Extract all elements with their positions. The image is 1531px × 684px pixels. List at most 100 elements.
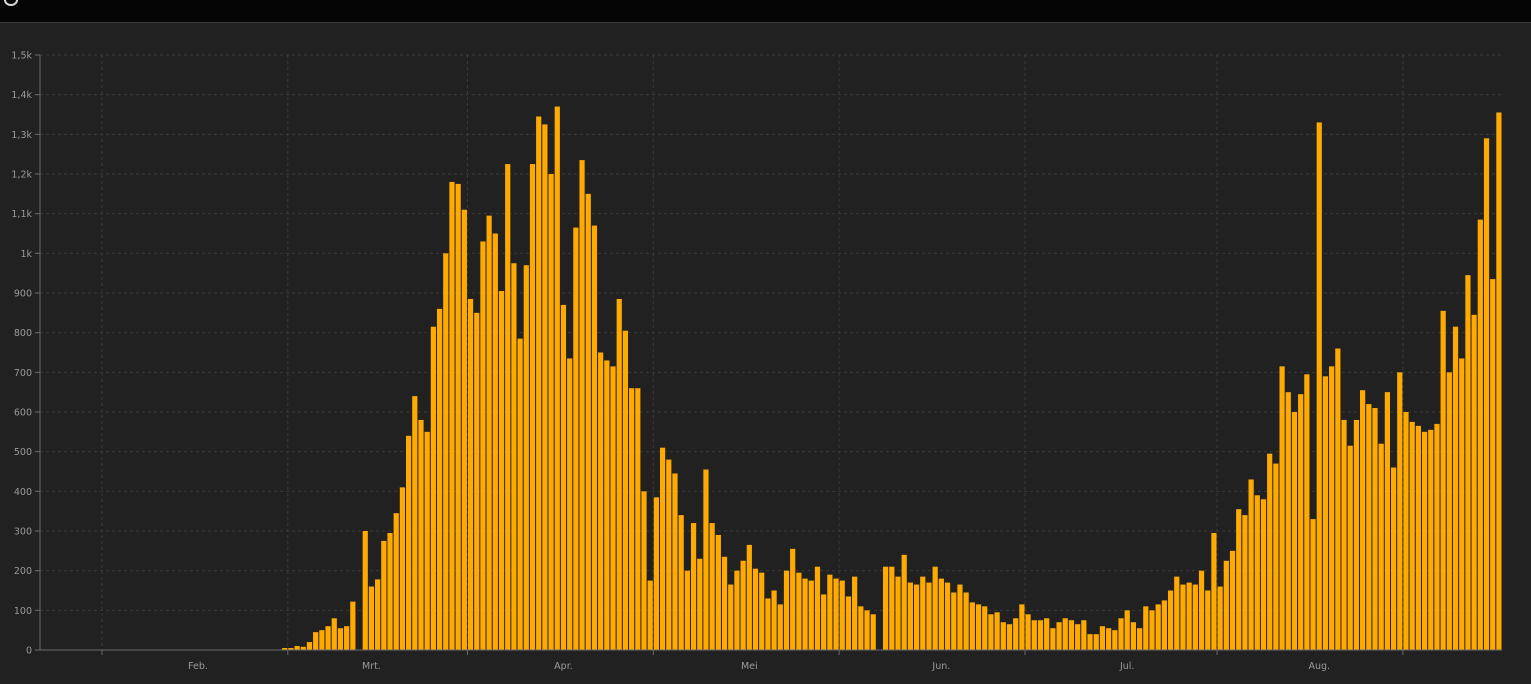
bar	[641, 491, 647, 650]
bar	[1267, 453, 1273, 650]
bar	[895, 576, 901, 650]
bar	[1347, 445, 1353, 650]
bar	[560, 304, 567, 650]
bar	[746, 544, 752, 650]
bar	[771, 590, 777, 650]
bar	[1446, 372, 1452, 650]
bar	[1044, 618, 1050, 650]
x-tick-label: Jul.	[1119, 661, 1134, 672]
bar	[406, 435, 412, 650]
bar	[1180, 584, 1186, 650]
bar	[1143, 606, 1149, 650]
bar	[1390, 467, 1397, 650]
bar	[957, 584, 963, 650]
bar	[901, 554, 907, 650]
bar	[368, 586, 375, 650]
bar	[1452, 326, 1459, 650]
bar	[622, 330, 629, 650]
bar	[436, 308, 443, 650]
bar	[1360, 390, 1366, 650]
bar	[1341, 419, 1347, 650]
bar	[461, 209, 467, 650]
bar	[1291, 412, 1298, 650]
y-tick-label: 200	[14, 566, 32, 577]
bar	[1174, 576, 1180, 650]
bar	[1471, 314, 1477, 650]
bar	[944, 582, 951, 650]
bar	[610, 366, 616, 650]
bar	[827, 574, 833, 650]
bar	[1415, 425, 1421, 650]
bar	[1384, 392, 1390, 650]
y-tick-label: 600	[14, 408, 32, 419]
bar	[1490, 279, 1496, 650]
bar	[1310, 519, 1316, 650]
y-tick-label: 700	[14, 368, 32, 379]
bar	[1223, 560, 1229, 650]
bar	[1198, 570, 1205, 650]
y-tick-label: 1,2k	[11, 170, 32, 181]
bar	[1378, 443, 1384, 650]
daily-bar-chart: 0 100 200 300 400 500 600 700 800 900 1k 1,1k 1,2k 1,…	[0, 23, 1531, 680]
bar	[418, 419, 424, 650]
bar	[1000, 622, 1006, 650]
bar	[777, 604, 783, 650]
bar	[424, 431, 430, 650]
bar	[1421, 431, 1428, 650]
bar	[1298, 394, 1304, 650]
bar	[1137, 628, 1143, 650]
bar	[1322, 376, 1329, 650]
bar	[647, 580, 653, 650]
bar	[1205, 590, 1211, 650]
bar	[306, 642, 313, 650]
bar	[585, 193, 591, 651]
bar	[399, 487, 405, 650]
bar	[1477, 219, 1483, 650]
bar	[554, 106, 560, 651]
bar	[938, 578, 944, 650]
bar	[331, 618, 337, 650]
bar	[455, 183, 461, 650]
bar	[684, 570, 690, 650]
bar	[951, 592, 957, 650]
bar	[932, 566, 938, 650]
bar	[1260, 499, 1267, 650]
bar	[920, 576, 926, 650]
bar	[1434, 423, 1440, 650]
bar	[740, 560, 746, 650]
bar	[523, 265, 529, 650]
bar	[1167, 590, 1174, 650]
bar	[1242, 515, 1248, 650]
bar	[344, 626, 350, 650]
y-tick-label: 800	[14, 328, 32, 339]
bar	[579, 160, 585, 650]
bar	[666, 459, 672, 650]
bar	[474, 312, 480, 650]
bar	[412, 396, 418, 650]
bar	[511, 263, 517, 650]
bar	[1236, 509, 1242, 650]
x-tick-label: Aug.	[1308, 661, 1330, 672]
y-tick-label: 1,5k	[11, 51, 32, 62]
y-tick-label: 0	[26, 646, 32, 657]
bar	[536, 116, 542, 650]
bar	[969, 602, 975, 650]
bar	[1211, 532, 1217, 650]
chart-container: 0 100 200 300 400 500 600 700 800 900 1k 1,1k 1,2k 1,…	[0, 23, 1531, 680]
x-tick-label: Mei	[741, 661, 758, 672]
bar	[1335, 348, 1341, 650]
bar	[690, 523, 697, 650]
bar	[913, 584, 920, 650]
bar	[734, 570, 740, 650]
bar	[988, 614, 994, 650]
bar	[319, 630, 325, 650]
bar	[505, 164, 511, 651]
bar	[375, 579, 381, 650]
bar	[1428, 429, 1434, 650]
bar	[715, 534, 721, 650]
bar	[529, 164, 536, 651]
x-tick-label: Jun.	[931, 661, 950, 672]
bar	[591, 225, 598, 651]
bar	[1229, 550, 1236, 650]
bar	[542, 124, 548, 650]
